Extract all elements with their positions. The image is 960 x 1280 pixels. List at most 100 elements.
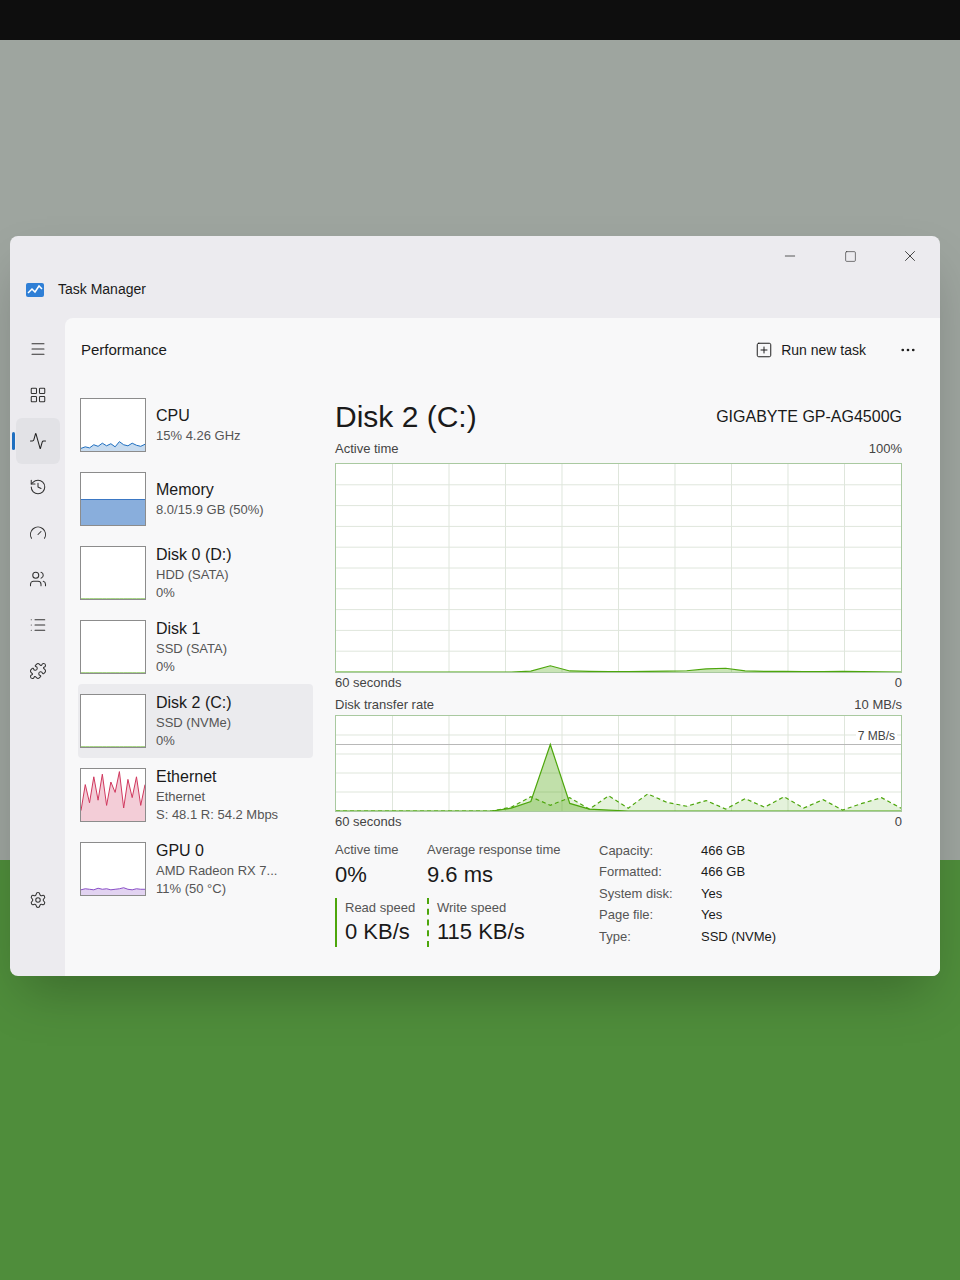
performance-body: CPU15% 4.26 GHz Memory8.0/15.9 GB (50%) Di… xyxy=(65,382,940,976)
device-detail: 8.0/15.9 GB (50%) xyxy=(156,501,264,519)
more-button[interactable] xyxy=(894,336,922,364)
nav-item[interactable] xyxy=(16,326,60,372)
device-item[interactable]: EthernetEthernetS: 48.1 R: 54.2 Mbps xyxy=(78,758,313,832)
axis-label: 100% xyxy=(869,439,902,459)
device-item[interactable]: GPU 0AMD Radeon RX 7...11% (50 °C) xyxy=(78,832,313,906)
axis-label: Disk transfer rate xyxy=(335,695,434,715)
active-time-graph xyxy=(336,464,901,672)
app-icon xyxy=(26,283,44,297)
sparkline-line xyxy=(81,673,145,674)
title-group: Task Manager xyxy=(10,279,146,300)
transfer-chart-axis: 60 seconds0 xyxy=(335,812,902,832)
grid-line xyxy=(731,716,732,811)
sparkline-chart xyxy=(81,843,145,895)
sparkline-line xyxy=(81,772,145,811)
device-detail: AMD Radeon RX 7... xyxy=(156,862,277,880)
stat-label: Average response time xyxy=(427,840,587,860)
services-icon xyxy=(29,662,47,680)
nav-item[interactable] xyxy=(16,556,60,602)
device-name: Disk 1 xyxy=(156,618,227,640)
grid-line xyxy=(336,547,901,548)
stats-left: Active time0%Average response time9.6 ms… xyxy=(335,840,587,947)
device-text: Disk 2 (C:)SSD (NVMe)0% xyxy=(156,692,232,750)
device-item[interactable]: Disk 0 (D:)HDD (SATA)0% xyxy=(78,536,313,610)
property-label: Capacity: xyxy=(599,840,695,861)
close-icon xyxy=(901,247,919,265)
nav-item[interactable] xyxy=(16,877,60,923)
nav-item[interactable] xyxy=(16,648,60,694)
run-new-task-button[interactable]: Run new task xyxy=(751,336,870,365)
task-manager-window: Task Manager Performance Run new task CPU15… xyxy=(10,236,940,976)
active-chart-axis: 60 seconds0 xyxy=(335,673,902,693)
property-label: Page file: xyxy=(599,904,695,925)
nav-item[interactable] xyxy=(16,510,60,556)
sparkline-chart xyxy=(81,547,145,599)
device-name: Disk 2 (C:) xyxy=(156,692,232,714)
speed-item: Read speed0 KB/s xyxy=(335,898,427,948)
device-item[interactable]: Disk 2 (C:)SSD (NVMe)0% xyxy=(78,684,313,758)
screen-bezel xyxy=(0,0,960,40)
marker-label: 7 MB/s xyxy=(856,728,897,744)
maximize-button[interactable] xyxy=(820,236,880,276)
device-detail: Ethernet xyxy=(156,788,278,806)
nav-item[interactable] xyxy=(16,464,60,510)
device-thumbnail xyxy=(80,472,146,526)
memory-fill xyxy=(81,499,145,525)
device-thumbnail xyxy=(80,620,146,674)
device-detail: HDD (SATA) xyxy=(156,566,232,584)
performance-icon xyxy=(29,432,47,450)
stat-label: Active time xyxy=(335,840,427,860)
sparkline-chart xyxy=(81,621,145,673)
device-item[interactable]: Disk 1SSD (SATA)0% xyxy=(78,610,313,684)
minimize-icon xyxy=(782,248,798,264)
device-name: Ethernet xyxy=(156,766,278,788)
device-text: Memory8.0/15.9 GB (50%) xyxy=(156,479,264,519)
nav-item[interactable] xyxy=(16,372,60,418)
device-detail: 0% xyxy=(156,658,227,676)
stats-row: Active time0%Average response time9.6 ms xyxy=(335,840,587,890)
close-button[interactable] xyxy=(880,236,940,276)
window-body: Performance Run new task CPU15% 4.26 GHz Me… xyxy=(10,318,940,976)
speed-value: 115 KB/s xyxy=(437,917,587,947)
stat-value: 0% xyxy=(335,860,427,890)
device-thumbnail xyxy=(80,768,146,822)
device-item[interactable]: CPU15% 4.26 GHz xyxy=(78,388,313,462)
nav-item[interactable] xyxy=(16,602,60,648)
more-icon xyxy=(899,341,917,359)
stat-item: Average response time9.6 ms xyxy=(427,840,587,890)
device-item[interactable]: Memory8.0/15.9 GB (50%) xyxy=(78,462,313,536)
property-value: SSD (NVMe) xyxy=(701,926,776,947)
minimize-button[interactable] xyxy=(760,236,820,276)
sparkline-area xyxy=(81,599,145,600)
device-detail: 0% xyxy=(156,732,232,750)
device-detail: 0% xyxy=(156,584,232,602)
device-text: EthernetEthernetS: 48.1 R: 54.2 Mbps xyxy=(156,766,278,824)
transfer-chart-header: Disk transfer rate10 MB/s xyxy=(335,695,902,715)
page-title: Performance xyxy=(81,339,167,362)
maximize-icon xyxy=(844,250,857,263)
sparkline-chart xyxy=(81,399,145,451)
sparkline-area xyxy=(81,673,145,674)
grid-line xyxy=(392,716,393,811)
run-task-icon xyxy=(755,341,773,359)
device-detail: 11% (50 °C) xyxy=(156,880,277,898)
device-list: CPU15% 4.26 GHz Memory8.0/15.9 GB (50%) Di… xyxy=(78,382,313,976)
property-label: System disk: xyxy=(599,883,695,904)
details-icon xyxy=(29,616,47,634)
grid-line xyxy=(336,526,901,527)
property-label: Formatted: xyxy=(599,861,695,882)
title-bar: Task Manager xyxy=(10,236,940,318)
properties-table: Capacity:466 GBFormatted:466 GBSystem di… xyxy=(599,840,776,947)
device-name: GPU 0 xyxy=(156,840,277,862)
device-name: CPU xyxy=(156,405,241,427)
speed-item: Write speed115 KB/s xyxy=(427,898,587,948)
axis-label: 60 seconds xyxy=(335,673,402,693)
property-value: 466 GB xyxy=(701,861,776,882)
active-time-chart xyxy=(335,463,902,673)
transfer-line xyxy=(336,794,901,811)
active-time-line xyxy=(336,666,901,672)
property-value: Yes xyxy=(701,883,776,904)
page-header: Performance Run new task xyxy=(65,318,940,382)
nav-item[interactable] xyxy=(16,418,60,464)
disk-model: GIGABYTE GP-AG4500G xyxy=(716,405,902,429)
